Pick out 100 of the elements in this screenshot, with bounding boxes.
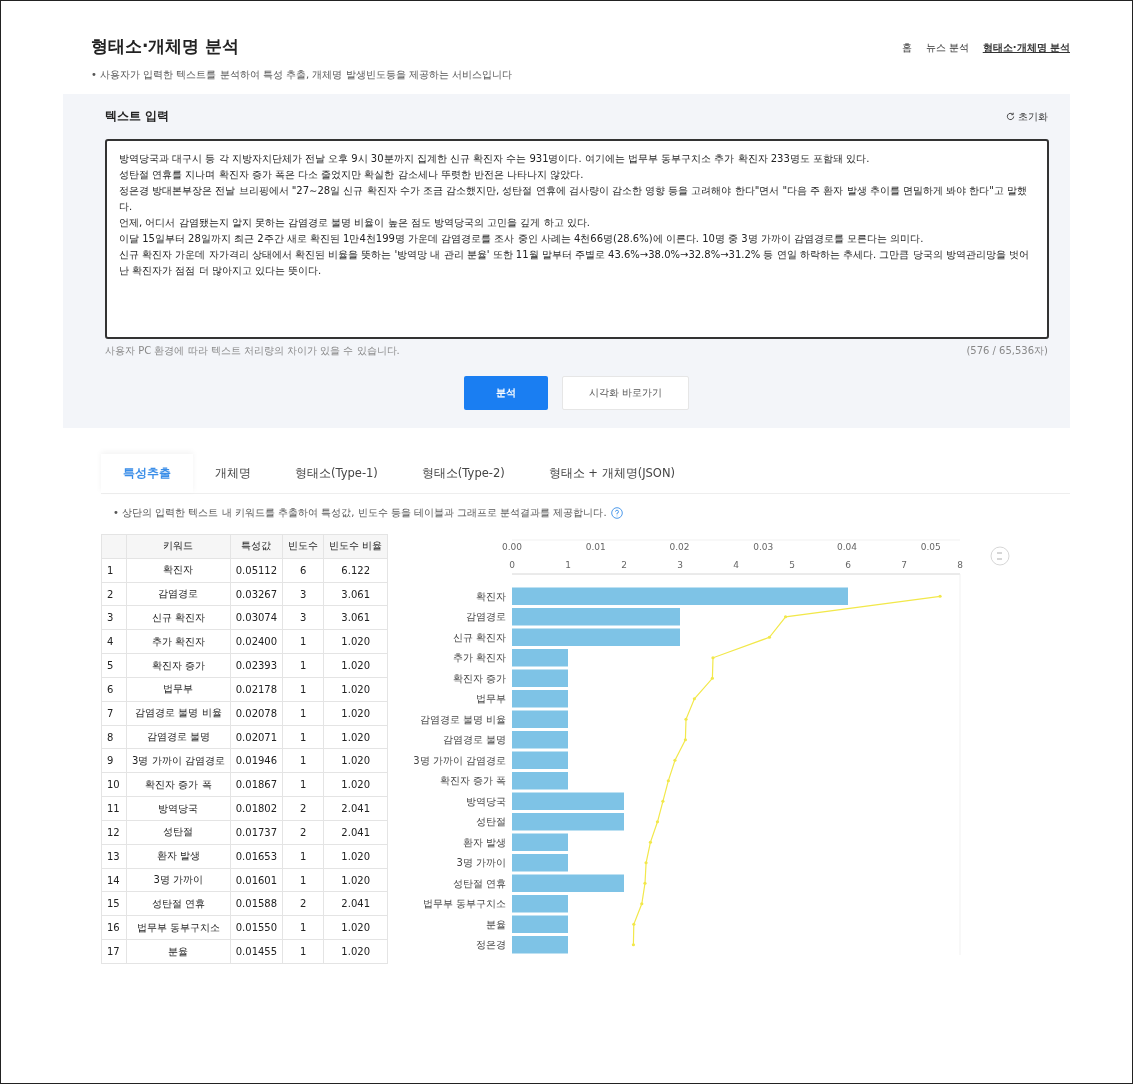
row-number: 15 [101,891,127,916]
table-cell: 1.020 [323,939,388,964]
result-tab[interactable]: 개체명 [193,454,273,493]
result-tab[interactable]: 형태소(Type-2) [399,454,527,493]
table-cell: 3명 가까이 감염경로 [126,748,231,773]
table-cell: 3.061 [323,582,388,606]
frequency-bar [512,936,569,954]
help-icon[interactable] [610,507,623,519]
table-cell: 확진자 증가 [126,653,231,678]
table-cell: 법무부 [126,677,231,702]
category-label: 확진자 증가 [453,672,507,684]
table-cell: 1 [282,725,324,749]
frequency-bar [512,915,569,933]
table-cell: 0.05112 [230,558,283,583]
data-point [784,615,788,619]
table-cell: 1.020 [323,653,388,678]
data-point [711,676,715,680]
table-cell: 확진자 [126,558,231,583]
visualize-button[interactable]: 시각화 바로가기 [561,376,690,410]
table-cell: 법무부 동부구치소 [126,915,231,940]
table-cell: 0.02178 [230,677,283,702]
axis-tick-label: 0 [509,560,516,570]
panel-title: 텍스트 입력 [105,108,170,125]
table-cell: 1 [282,772,324,797]
table-cell: 0.01455 [230,939,283,964]
data-point [640,902,644,906]
axis-tick-label: 6 [845,560,852,570]
category-label: 법무부 [476,693,507,705]
data-point [643,881,647,885]
axis-tick-label: 0.00 [502,542,523,552]
axis-tick-label: 0.01 [586,542,607,552]
breadcrumb-link[interactable]: 홈 [901,41,912,55]
table-cell: 1.020 [323,748,388,773]
frequency-bar [512,751,569,769]
table-cell: 1.020 [323,844,388,869]
table-cell: 확진자 증가 폭 [126,772,231,797]
data-point [667,779,671,783]
frequency-bar [512,731,569,749]
table-cell: 0.01653 [230,844,283,869]
table-cell: 0.02071 [230,725,283,749]
row-number: 16 [101,915,127,940]
reset-button[interactable]: 초기화 [1006,109,1048,124]
axis-tick-label: 7 [901,560,908,570]
page-title: 형태소·개체명 분석 [91,35,240,58]
breadcrumb-link[interactable]: 뉴스 분석 [925,41,969,55]
table-cell: 1 [282,701,324,726]
data-point [711,656,715,660]
table-cell: 0.01588 [230,891,283,916]
table-cell: 3 [282,582,324,606]
refresh-icon [1006,112,1015,121]
column-header: 빈도수 비율 [323,534,388,559]
analyze-button[interactable]: 분석 [463,376,548,410]
table-cell: 3 [282,606,324,630]
axis-tick-label: 8 [957,560,964,570]
category-label: 3명 가까이 [456,857,507,869]
table-cell: 0.01550 [230,915,283,940]
data-point [656,820,660,824]
category-label: 확진자 [476,590,507,602]
column-header: 빈도수 [282,534,324,559]
result-tab[interactable]: 형태소(Type-1) [273,454,400,493]
table-cell: 0.02393 [230,653,283,678]
table-cell: 1 [282,677,324,702]
table-cell: 2 [282,796,324,821]
data-point [661,799,665,803]
table-cell: 1.020 [323,629,388,654]
table-cell: 성탄절 연휴 [126,891,231,916]
table-cell: 환자 발생 [126,844,231,869]
axis-tick-label: 3 [677,560,684,570]
row-number: 5 [101,653,127,678]
column-header: 키워드 [126,534,231,559]
axis-tick-label: 0.03 [753,542,774,552]
table-cell: 1.020 [323,915,388,940]
frequency-bar [512,649,569,667]
frequency-bar [512,854,569,872]
table-cell: 0.01946 [230,748,283,773]
text-input-field[interactable]: 방역당국과 대구시 등 각 지방자치단체가 전날 오후 9시 30분까지 집계한 신규 확진자 수는 931명이다. 여기에는 법무부 동부구치소 추가 확진자 233명도 포함돼 있다. 성탄절 연휴를 지나며 확진자 증가 폭은 다소 줄었지만 확실한 감소세나 뚜렷한 반전은 나타나지 않았다. 정은경 방대본부장은 전날 브리핑에서 "27∼28일 신규 확진자 수가 조금 감소했지만, 성탄절 연휴에 검사량이 감소한 영향 등을 고려해야 한다"면서 "다음 주 환자 발생 추이를 면밀하게 봐야 한다"고 말했다. 언제, 어디서 감염됐는지 알지 못하는 감염경로 불명 비율이 높은 점도 방역당국의 고민을 깊게 하고 있다. 이달 15일부터 28일까지 최근 2주간 새로 확진된 1만4천199명 가운데 감염경로를 조사 중인 사례는 4천66명(28.6%)에 이른다. 10명 중 3명 가까이 감염경로를 모른다는 의미다. 신규 확진자 가운데 자가격리 상태에서 확진된 비율을 뜻하는 '방역망 내 관리 분율' 또한 11월 말부터 주별로 43.6%→38.0%→32.8%→31.2% 등 연일 하락하는 추세다. 그만큼 당국의 방역관리망을 벗어난 확진자가 점점 더 많아지고 있다는 뜻이다. [105,139,1049,339]
zoom-icon[interactable] [990,546,1010,566]
tab-description: • 상단의 입력한 텍스트 내 키워드를 추출하여 특성값, 빈도수 등을 테이블과 그래프로 분석결과를 제공합니다. [113,506,607,520]
axis-tick-label: 5 [789,560,796,570]
data-point [673,758,677,762]
table-cell: 2.041 [323,820,388,845]
data-point [632,922,636,926]
result-tab[interactable]: 형태소 + 개체명(JSON) [526,454,697,493]
frequency-bar [512,772,569,790]
table-cell: 2 [282,891,324,916]
category-label: 분율 [486,918,507,930]
category-label: 법무부 동부구치소 [423,898,507,910]
breadcrumb-link[interactable]: 형태소·개체명 분석 [982,41,1070,55]
table-cell: 0.03074 [230,606,283,630]
row-number: 17 [101,939,127,964]
data-point [684,717,688,721]
table-cell: 1 [282,939,324,964]
row-number: 7 [101,701,127,726]
table-cell: 1.020 [323,725,388,749]
frequency-bar [512,669,569,687]
row-number: 6 [101,677,127,702]
table-cell: 0.02078 [230,701,283,726]
table-cell: 감염경로 [126,582,231,606]
category-label: 감염경로 불명 [443,734,507,746]
row-number: 13 [101,844,127,869]
